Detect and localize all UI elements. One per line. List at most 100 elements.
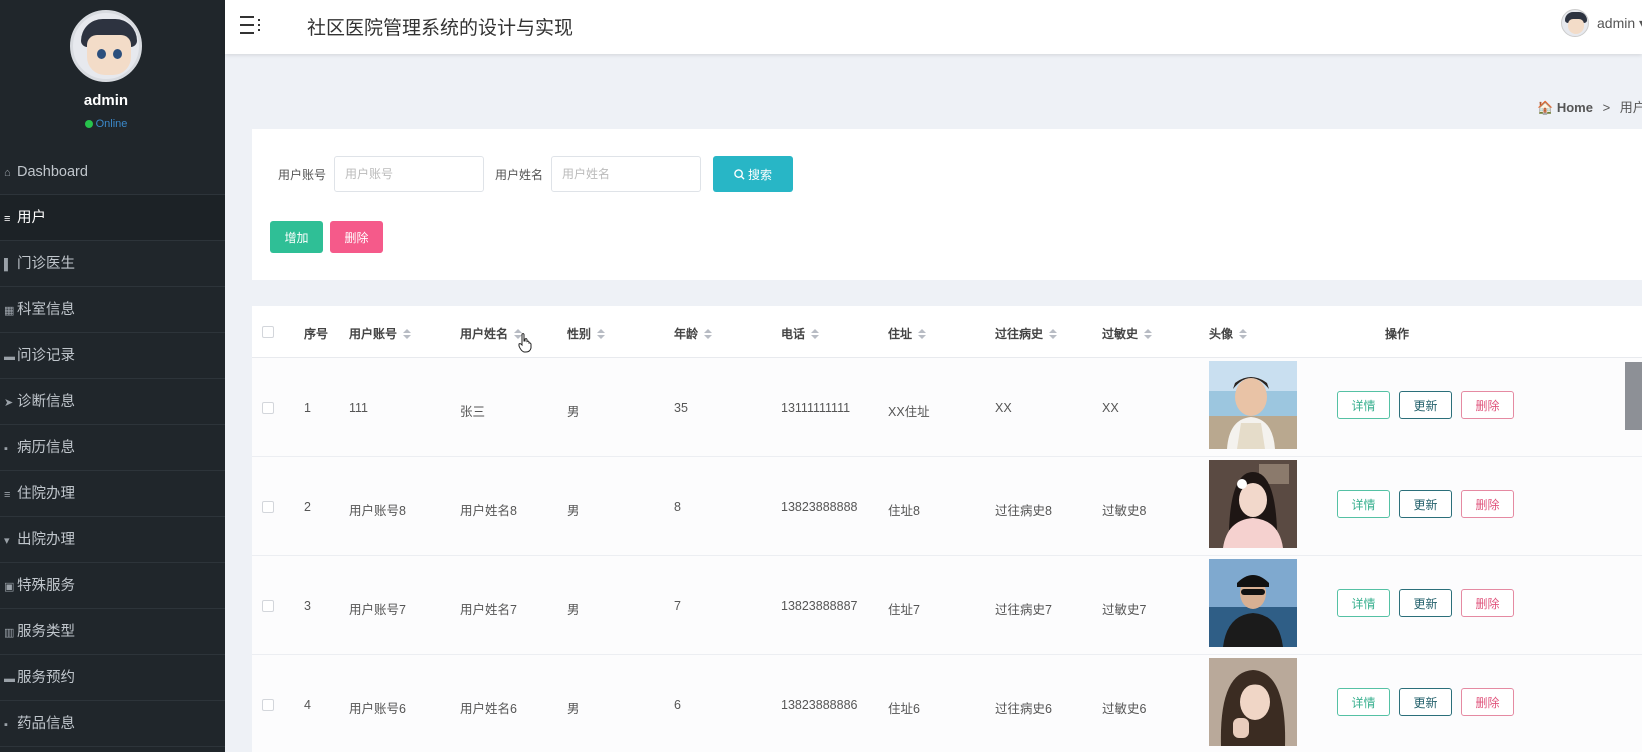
user-avatar-photo	[1209, 361, 1297, 449]
delete-button[interactable]: 删除	[1461, 490, 1514, 518]
delete-button[interactable]: 删除	[1461, 688, 1514, 716]
cell-phone: 13823888886	[781, 698, 858, 712]
cell-phone: 13823888887	[781, 599, 858, 613]
search-panel: 用户账号 用户姓名 搜索 增加 删除	[252, 129, 1642, 280]
scrollbar-thumb[interactable]	[1625, 362, 1642, 430]
sort-icon	[1049, 329, 1058, 339]
search-icon	[734, 168, 745, 180]
detail-button[interactable]: 详情	[1337, 391, 1390, 419]
cell-index: 4	[304, 698, 311, 712]
sort-icon	[704, 329, 713, 339]
row-checkbox[interactable]	[262, 600, 274, 612]
comment-icon: ▬	[4, 673, 15, 685]
cell-account: 用户账号6	[349, 702, 406, 716]
cell-allergy: 过敏史6	[1102, 702, 1147, 716]
select-all-checkbox[interactable]	[262, 326, 274, 338]
header-allergy[interactable]: 过敏史	[1102, 325, 1153, 342]
table-row: 3 用户账号7 用户姓名7 男 7 13823888887 住址7 过往病史7 …	[252, 556, 1642, 655]
sidebar-item-diagnosis[interactable]: ➤ 诊断信息	[0, 379, 225, 425]
home-icon[interactable]: 🏠	[1537, 100, 1553, 115]
header-gender[interactable]: 性别	[567, 325, 606, 342]
header-history[interactable]: 过往病史	[995, 325, 1058, 342]
name-search-input[interactable]	[551, 156, 701, 192]
table-row: 4 用户账号6 用户姓名6 男 6 13823888886 住址6 过往病史6 …	[252, 655, 1642, 752]
user-avatar[interactable]	[1561, 9, 1589, 37]
cell-account: 111	[349, 401, 369, 415]
cell-account: 用户账号8	[349, 504, 406, 518]
table-row: 1 111 张三 男 35 13111111111 XX住址 XX XX 详情 …	[252, 358, 1642, 457]
sort-icon	[403, 329, 412, 339]
header-address[interactable]: 住址	[888, 325, 927, 342]
name-label: 用户姓名	[495, 168, 544, 182]
detail-button[interactable]: 详情	[1337, 589, 1390, 617]
users-table: 序号 用户账号 用户姓名 性别 年龄 电话 住址 过往病史 过敏史 头像 操作 …	[252, 306, 1642, 752]
add-button[interactable]: 增加	[270, 221, 323, 253]
sidebar-item-users[interactable]: ≡ 用户	[0, 195, 225, 241]
apps-icon: ▪	[4, 443, 8, 455]
online-status: Online	[0, 118, 212, 130]
sort-icon	[597, 329, 606, 339]
header-account[interactable]: 用户账号	[349, 325, 412, 342]
cell-index: 1	[304, 401, 311, 415]
breadcrumb-home[interactable]: Home	[1557, 100, 1593, 115]
sort-icon	[811, 329, 820, 339]
bar-chart-icon: ▥	[4, 627, 15, 639]
account-label: 用户账号	[278, 168, 327, 182]
table-header: 序号 用户账号 用户姓名 性别 年龄 电话 住址 过往病史 过敏史 头像 操作	[252, 306, 1642, 358]
trophy-icon: ▾	[4, 535, 10, 547]
update-button[interactable]: 更新	[1399, 589, 1452, 617]
sidebar-item-medicines[interactable]: ▪ 药品信息	[0, 701, 225, 747]
sidebar-item-service-types[interactable]: ▥ 服务类型	[0, 609, 225, 655]
avatar[interactable]	[70, 10, 142, 82]
sidebar: admin Online ⌂ Dashboard ≡ 用户 ▌ 门诊医生 ▦ 科室信息 …	[0, 0, 225, 752]
sidebar-item-admission[interactable]: ≡ 住院办理	[0, 471, 225, 517]
sidebar-menu: ⌂ Dashboard ≡ 用户 ▌ 门诊医生 ▦ 科室信息 ▬ 问诊记录 ➤ 诊断信息 ▪…	[0, 149, 225, 747]
cell-address: 住址6	[888, 702, 920, 716]
cell-account: 用户账号7	[349, 603, 406, 617]
grid-icon: ▦	[4, 305, 15, 317]
detail-button[interactable]: 详情	[1337, 490, 1390, 518]
cell-history: XX	[995, 401, 1012, 415]
cell-age: 6	[674, 698, 681, 712]
cell-name: 用户姓名8	[460, 504, 517, 518]
sidebar-item-appointments[interactable]: ▬ 服务预约	[0, 655, 225, 701]
account-search-input[interactable]	[334, 156, 484, 192]
sliders-icon: ≡	[4, 213, 11, 225]
cell-name: 张三	[460, 405, 486, 419]
update-button[interactable]: 更新	[1399, 391, 1452, 419]
table-row: 2 用户账号8 用户姓名8 男 8 13823888888 住址8 过往病史8 …	[252, 457, 1642, 556]
cell-address: 住址7	[888, 603, 920, 617]
cell-name: 用户姓名7	[460, 603, 517, 617]
batch-delete-button[interactable]: 删除	[330, 221, 383, 253]
header-phone[interactable]: 电话	[781, 325, 820, 342]
header-age[interactable]: 年龄	[674, 325, 713, 342]
book-icon: ▌	[4, 259, 12, 271]
sidebar-item-medical-records[interactable]: ▪ 病历信息	[0, 425, 225, 471]
update-button[interactable]: 更新	[1399, 688, 1452, 716]
sidebar-item-special-services[interactable]: ▣ 特殊服务	[0, 563, 225, 609]
sidebar-item-consultations[interactable]: ▬ 问诊记录	[0, 333, 225, 379]
sidebar-item-discharge[interactable]: ▾ 出院办理	[0, 517, 225, 563]
sort-icon	[1239, 329, 1248, 339]
cell-gender: 男	[567, 603, 580, 617]
detail-button[interactable]: 详情	[1337, 688, 1390, 716]
search-button[interactable]: 搜索	[713, 156, 793, 192]
delete-button[interactable]: 删除	[1461, 391, 1514, 419]
delete-button[interactable]: 删除	[1461, 589, 1514, 617]
header-index: 序号	[304, 327, 329, 341]
sidebar-item-dashboard[interactable]: ⌂ Dashboard	[0, 149, 225, 195]
row-checkbox[interactable]	[262, 402, 274, 414]
menu-toggle-icon[interactable]	[240, 14, 260, 36]
user-name[interactable]: admin ▾	[1597, 15, 1642, 32]
app-title: 社区医院管理系统的设计与实现	[307, 18, 574, 39]
sidebar-item-departments[interactable]: ▦ 科室信息	[0, 287, 225, 333]
row-checkbox[interactable]	[262, 501, 274, 513]
cell-phone: 13111111111	[781, 401, 851, 415]
header-name[interactable]: 用户姓名	[460, 325, 523, 342]
sidebar-item-doctors[interactable]: ▌ 门诊医生	[0, 241, 225, 287]
header-avatar[interactable]: 头像	[1209, 325, 1248, 342]
row-checkbox[interactable]	[262, 699, 274, 711]
update-button[interactable]: 更新	[1399, 490, 1452, 518]
thumbs-up-icon: ▬	[4, 351, 15, 363]
cell-gender: 男	[567, 504, 580, 518]
